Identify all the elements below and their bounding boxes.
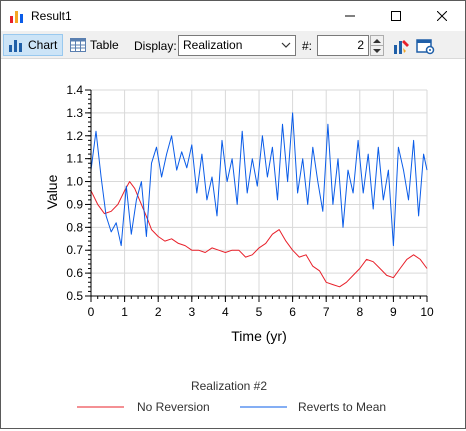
realization-spinner[interactable] (370, 35, 384, 56)
line-chart: 0 1 2 3 4 5 6 7 8 9 10 0.5 0.6 0.7 0.8 0.9 1.0 1.1 1.2 1.3 1… (44, 83, 434, 414)
x-tick-label: 0 (88, 305, 95, 319)
x-tick-label: 7 (323, 305, 330, 319)
number-label: #: (302, 39, 313, 53)
chevron-up-icon (373, 38, 381, 43)
table-view-label: Table (90, 38, 119, 52)
chevron-down-icon (373, 49, 381, 53)
spin-down-button[interactable] (371, 46, 383, 56)
legend-title: Realization #2 (191, 379, 267, 393)
y-tick-label: 0.7 (66, 243, 83, 257)
maximize-icon (391, 11, 401, 21)
legend-label-reverts-to-mean: Reverts to Mean (298, 400, 386, 414)
x-tick-label: 10 (420, 305, 434, 319)
y-tick-label: 1.2 (66, 129, 83, 143)
window-title: Result1 (31, 9, 72, 23)
table-icon (70, 38, 86, 52)
legend: No Reversion Reverts to Mean (77, 400, 386, 414)
bar-chart-icon (9, 40, 22, 52)
minimize-button[interactable] (327, 1, 373, 31)
y-axis-label: Value (44, 174, 60, 209)
x-tick-label: 1 (121, 305, 128, 319)
x-tick-label: 9 (390, 305, 397, 319)
legend-label-no-reversion: No Reversion (137, 400, 210, 414)
chart-view-button[interactable]: Chart (3, 34, 63, 56)
x-axis-label: Time (yr) (231, 328, 286, 344)
y-tick-label: 1.1 (66, 152, 83, 166)
display-label: Display: (134, 39, 177, 53)
x-tick-label: 4 (222, 305, 229, 319)
table-view-button[interactable]: Table (66, 34, 126, 56)
y-tick-label: 0.9 (66, 197, 83, 211)
chart-view-label: Chart (28, 38, 58, 52)
x-tick-label: 2 (155, 305, 162, 319)
y-tick-label: 1.4 (66, 83, 83, 97)
x-tick-label: 6 (289, 305, 296, 319)
title-bar[interactable]: Result1 (1, 1, 465, 31)
y-tick-label: 1.0 (66, 175, 83, 189)
settings-icon[interactable] (415, 36, 435, 56)
bar-chart-icon (10, 11, 23, 23)
maximize-button[interactable] (373, 1, 419, 31)
y-tick-label: 1.3 (66, 106, 83, 120)
y-tick-label: 0.8 (66, 220, 83, 234)
close-button[interactable] (419, 1, 465, 31)
spin-up-button[interactable] (371, 36, 383, 46)
display-select-value: Realization (183, 38, 243, 52)
display-select[interactable]: Realization (178, 35, 296, 56)
x-tick-label: 8 (356, 305, 363, 319)
close-icon (437, 11, 447, 21)
minimize-icon (345, 15, 355, 17)
y-tick-label: 0.5 (66, 289, 83, 303)
y-tick-label: 0.6 (66, 266, 83, 280)
result-window: Result1 Chart Table Display: #: Realizat… (0, 0, 466, 429)
realization-number-input[interactable]: 2 (317, 35, 369, 56)
chevron-down-icon (281, 42, 291, 48)
chart-area: 0 1 2 3 4 5 6 7 8 9 10 0.5 0.6 0.7 0.8 0.9 1.0 1.1 1.2 1.3 1… (1, 60, 465, 428)
x-tick-label: 3 (188, 305, 195, 319)
chart-properties-icon[interactable] (392, 36, 412, 56)
x-tick-label: 5 (256, 305, 263, 319)
